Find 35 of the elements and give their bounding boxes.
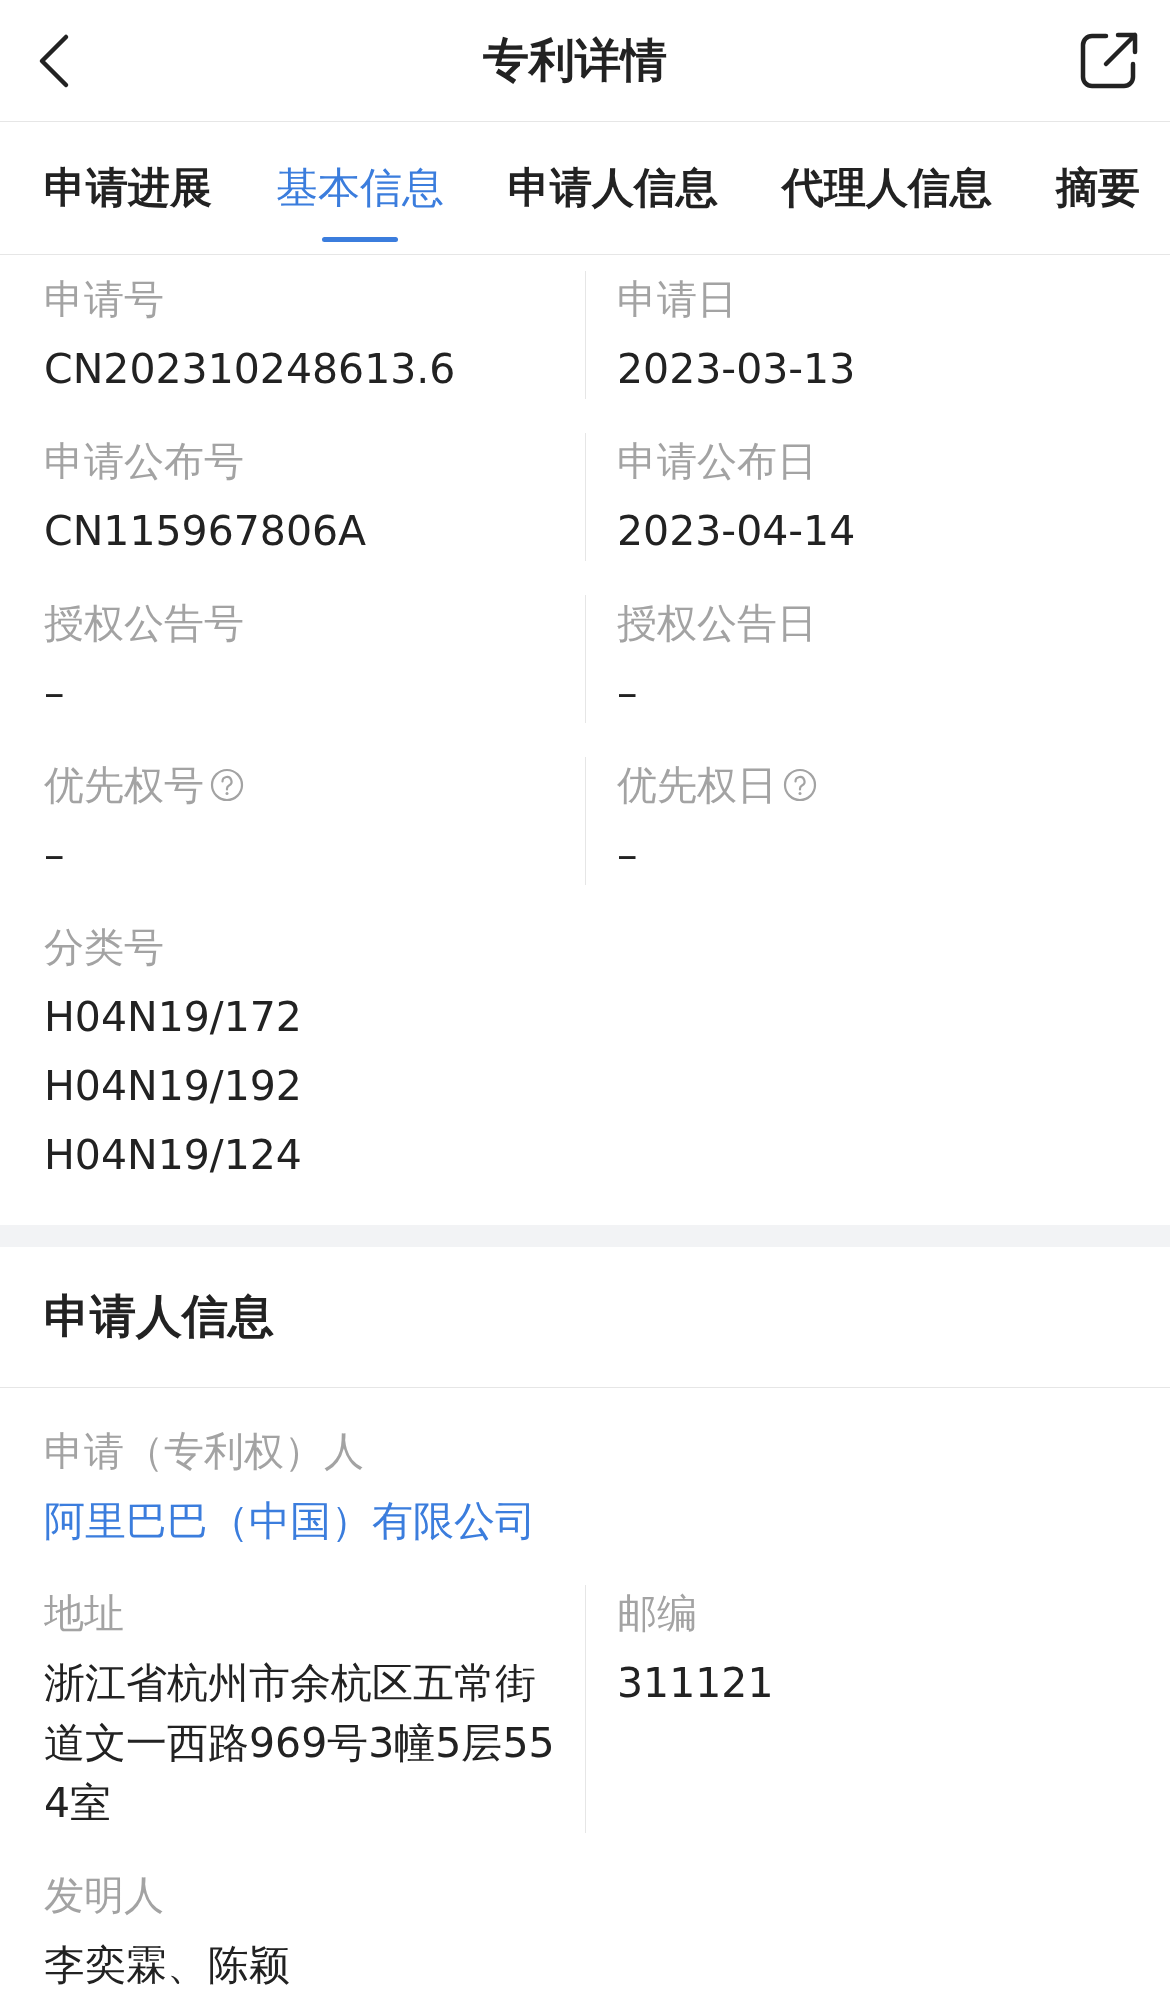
tab[interactable]: 摘要 xyxy=(1056,122,1140,254)
field-label: 优先权日 xyxy=(617,761,777,810)
tab[interactable]: 申请人信息 xyxy=(508,122,718,254)
tab[interactable]: 代理人信息 xyxy=(782,122,992,254)
field-label: 申请公布号 xyxy=(44,437,244,486)
applicant-link[interactable]: 阿里巴巴（中国）有限公司 xyxy=(44,1491,564,1551)
field-value: H04N19/172 xyxy=(44,992,303,1043)
section-title: 申请人信息 xyxy=(44,1288,274,1345)
field-label: 申请（专利权）人 xyxy=(44,1427,364,1476)
field-label: 授权公告日 xyxy=(617,599,817,648)
field-value: – xyxy=(617,668,639,719)
field-label: 发明人 xyxy=(44,1871,164,1920)
page-title: 专利详情 xyxy=(483,31,667,89)
field-label: 邮编 xyxy=(617,1589,697,1638)
field-value: CN115967806A xyxy=(44,506,368,557)
field-value: 2023-03-13 xyxy=(617,344,857,395)
field-label: 授权公告号 xyxy=(44,599,244,648)
field-value: – xyxy=(617,830,639,881)
field-value: 2023-04-14 xyxy=(617,506,857,557)
field-label: 申请公布日 xyxy=(617,437,817,486)
field-label: 地址 xyxy=(44,1589,124,1638)
tab[interactable]: 申请进展 xyxy=(44,122,212,254)
field-label: 优先权号 xyxy=(44,761,204,810)
field-value: – xyxy=(44,668,66,719)
field-label: 申请日 xyxy=(617,275,737,324)
field-value: H04N19/192 xyxy=(44,1061,303,1112)
field-value: 李奕霖、陈颖 xyxy=(44,1940,291,1991)
field-label: 申请号 xyxy=(44,275,164,324)
field-value: 311121 xyxy=(617,1658,775,1709)
field-value: – xyxy=(44,830,66,881)
field-value: 浙江省杭州市余杭区五常街道文一西路969号3幢5层554室 xyxy=(44,1658,556,1829)
field-label: 分类号 xyxy=(44,923,164,972)
field-value: H04N19/124 xyxy=(44,1130,303,1181)
tab[interactable]: 基本信息 xyxy=(276,122,444,254)
field-value: CN202310248613.6 xyxy=(44,344,457,395)
